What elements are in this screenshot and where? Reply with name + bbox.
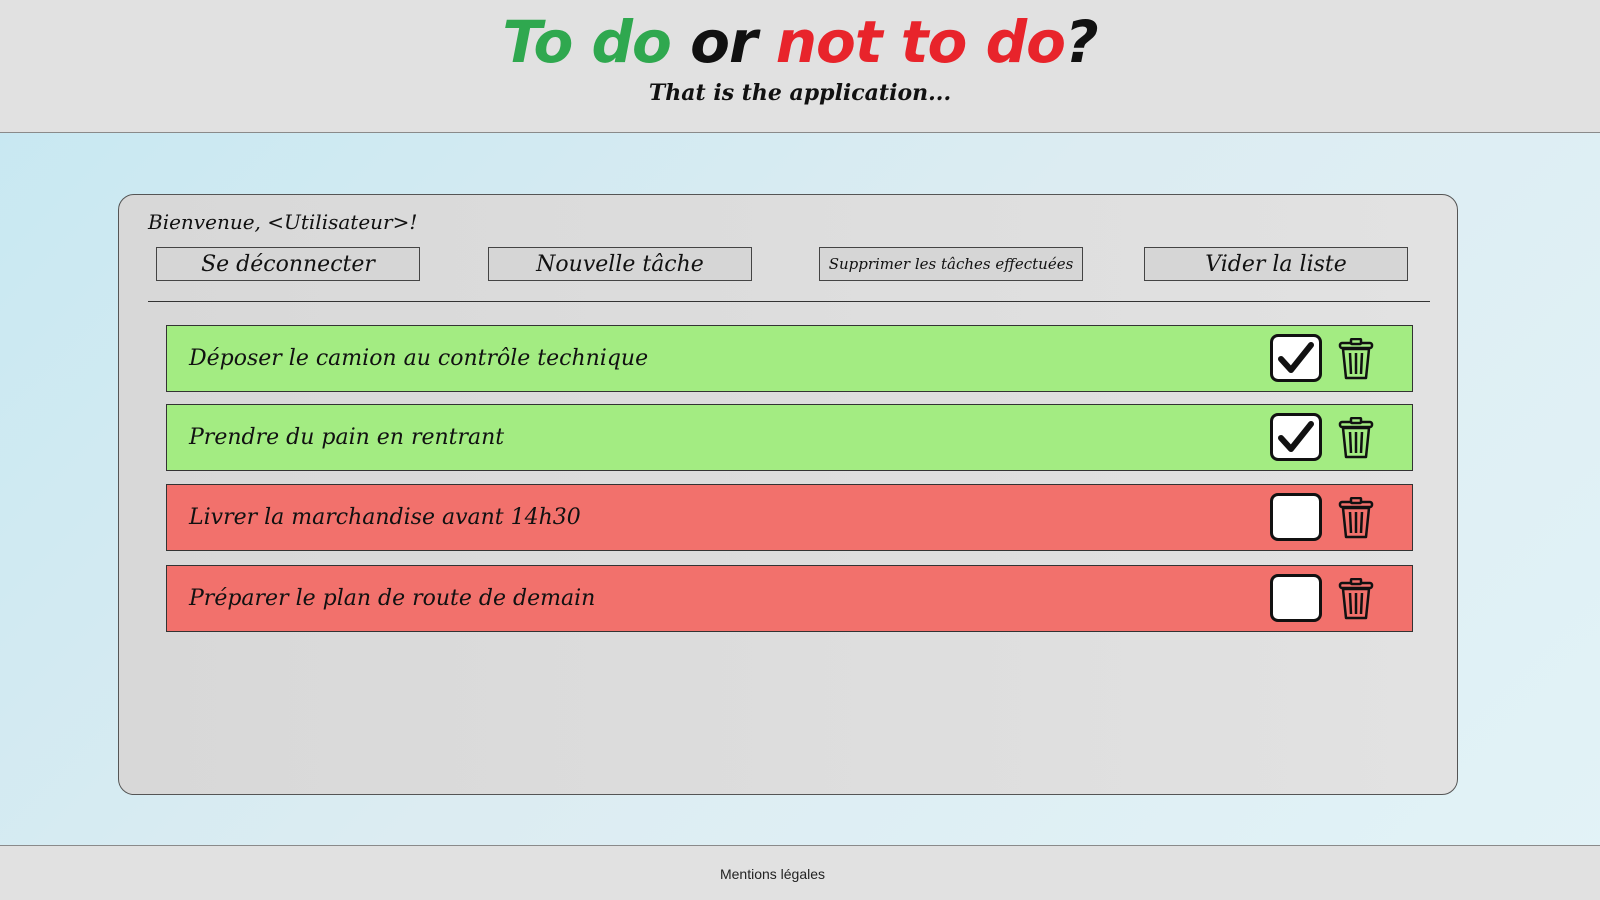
app-tagline: That is the application... — [648, 80, 952, 106]
legal-notice-link[interactable]: Mentions légales — [0, 866, 1545, 882]
trash-icon[interactable] — [1337, 338, 1375, 380]
trash-icon[interactable] — [1337, 578, 1375, 620]
divider — [148, 301, 1430, 302]
task-row: Prendre du pain en rentrant — [166, 404, 1413, 471]
new-task-button[interactable]: Nouvelle tâche — [488, 247, 752, 281]
task-row: Préparer le plan de route de demain — [166, 565, 1413, 632]
task-row: Livrer la marchandise avant 14h30 — [166, 484, 1413, 551]
logo-part-3: not to do — [775, 8, 1066, 76]
logo-part-2: or — [690, 8, 757, 76]
task-label: Déposer le camion au contrôle technique — [189, 346, 649, 371]
app-footer: Mentions légales — [0, 845, 1600, 900]
task-checkbox[interactable] — [1270, 334, 1322, 382]
task-label: Préparer le plan de route de demain — [189, 586, 596, 611]
task-checkbox[interactable] — [1270, 493, 1322, 541]
task-label: Livrer la marchandise avant 14h30 — [189, 505, 581, 530]
checkmark-icon — [1278, 421, 1314, 452]
task-checkbox[interactable] — [1270, 413, 1322, 461]
app-header: To do or not to do? That is the applicat… — [0, 0, 1600, 133]
task-row: Déposer le camion au contrôle technique — [166, 325, 1413, 392]
app-logo: To do or not to do? — [0, 8, 1600, 76]
checkmark-icon — [1278, 342, 1314, 373]
welcome-message: Bienvenue, <Utilisateur>! — [148, 210, 418, 234]
trash-icon[interactable] — [1337, 417, 1375, 459]
task-label: Prendre du pain en rentrant — [189, 425, 505, 450]
logout-button[interactable]: Se déconnecter — [156, 247, 420, 281]
trash-icon[interactable] — [1337, 497, 1375, 539]
task-checkbox[interactable] — [1270, 574, 1322, 622]
todo-panel: Bienvenue, <Utilisateur>! Se déconnecter… — [118, 194, 1458, 795]
logo-part-1: To do — [502, 8, 671, 76]
logo-part-4: ? — [1064, 8, 1099, 76]
delete-done-tasks-button[interactable]: Supprimer les tâches effectuées — [819, 247, 1083, 281]
clear-list-button[interactable]: Vider la liste — [1144, 247, 1408, 281]
